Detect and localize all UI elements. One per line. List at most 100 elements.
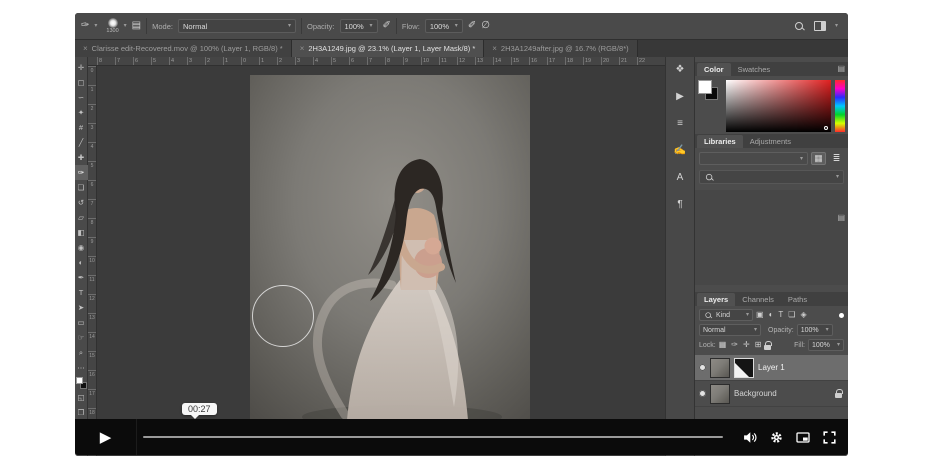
layer-row[interactable]: Layer 1 [695, 355, 848, 381]
panel-tab[interactable]: Adjustments [743, 135, 798, 148]
type-tool[interactable]: T [75, 285, 88, 300]
brush-settings-panel[interactable]: ❖ [676, 65, 685, 75]
layer-thumbnail[interactable] [710, 358, 730, 378]
layer-thumbnail[interactable] [710, 384, 730, 404]
chevron-down-icon[interactable]: ▾ [94, 23, 97, 29]
healing-brush-tool[interactable]: ✚ [75, 150, 88, 165]
volume-icon[interactable] [743, 431, 757, 444]
hand-tool[interactable]: ☞ [75, 330, 88, 345]
gradient-tool[interactable]: ◧ [75, 225, 88, 240]
eraser-tool[interactable]: ▱ [75, 210, 88, 225]
smoothing-icon[interactable]: ∅ [481, 21, 490, 31]
panel-tab[interactable]: Libraries [697, 135, 743, 148]
layer-name[interactable]: Background [734, 389, 777, 398]
panel-tab[interactable]: Layers [697, 293, 735, 306]
panel-tab[interactable]: Paths [781, 293, 814, 306]
screen-mode[interactable]: ❐ [75, 405, 88, 420]
close-icon[interactable]: × [300, 44, 305, 53]
zoom-tool[interactable]: ⌕ [75, 345, 88, 360]
blur-tool[interactable]: ◉ [75, 240, 88, 255]
character-panel[interactable]: A [677, 173, 684, 183]
lasso-tool[interactable]: ∽ [75, 90, 88, 105]
quick-mask-mode[interactable]: ◱ [75, 390, 88, 405]
brush-tool[interactable]: ✑ [75, 165, 88, 180]
chevron-down-icon[interactable]: ▾ [835, 23, 838, 29]
actions-panel[interactable]: ▶ [676, 92, 684, 102]
saturation-brightness-field[interactable] [726, 80, 831, 132]
filter-type-layers-icon[interactable]: T [778, 311, 783, 319]
filter-toggle-icon[interactable] [839, 313, 844, 318]
properties-panel[interactable]: ≡ [677, 119, 683, 129]
picture-in-picture-icon[interactable] [796, 431, 810, 444]
panel-menu-icon[interactable]: ▤ [837, 64, 845, 73]
visibility-eye-icon[interactable] [699, 364, 706, 371]
pressure-opacity-icon[interactable]: ✐ [383, 21, 391, 31]
workspace-switcher-icon[interactable] [814, 21, 826, 31]
filter-shape-layers-icon[interactable]: ❏ [788, 311, 795, 319]
foreground-background-colors[interactable] [75, 375, 88, 390]
crop-tool[interactable]: # [75, 120, 88, 135]
chevron-down-icon[interactable]: ▾ [124, 23, 127, 29]
list-view-icon[interactable]: ≣ [829, 152, 844, 165]
quick-selection-tool[interactable]: ✦ [75, 105, 88, 120]
filter-pixel-layers-icon[interactable]: ▣ [756, 311, 764, 319]
panel-menu-icon[interactable]: ▤ [837, 213, 845, 222]
ruler-tick: 9 [88, 237, 96, 256]
progress-track[interactable] [143, 436, 723, 438]
visibility-eye-icon[interactable] [699, 390, 706, 397]
lock-position-icon[interactable]: ✛ [743, 341, 750, 349]
pen-tool[interactable]: ✒ [75, 270, 88, 285]
panel-tab[interactable]: Channels [735, 293, 781, 306]
flow-select[interactable]: 100%▾ [425, 19, 463, 33]
layer-fill-select[interactable]: 100% ▾ [808, 339, 844, 351]
foreground-background-swatches[interactable] [698, 80, 722, 104]
search-icon[interactable] [794, 21, 805, 32]
document-tab[interactable]: × 2H3A1249.jpg @ 23.1% (Layer 1, Layer M… [292, 40, 485, 57]
timeline-scrubber[interactable]: 00:27 [137, 419, 737, 455]
close-icon[interactable]: × [492, 44, 497, 53]
blend-mode-select[interactable]: Normal▾ [178, 19, 296, 33]
dodge-tool[interactable]: ◐ [75, 255, 88, 270]
airbrush-icon[interactable]: ✐ [468, 21, 476, 31]
panel-tab[interactable]: Color [697, 63, 731, 76]
library-select[interactable]: ▾ [699, 152, 808, 165]
brush-size-preview[interactable]: 1300 [106, 18, 118, 35]
lock-image-pixels-icon[interactable]: ✑ [731, 341, 738, 349]
library-search-input[interactable]: ▾ [699, 170, 844, 184]
photo-document[interactable] [250, 75, 530, 425]
layer-mask-thumbnail[interactable] [734, 358, 754, 378]
clone-stamp-tool[interactable]: ❏ [75, 180, 88, 195]
canvas-area[interactable] [97, 66, 665, 456]
move-tool[interactable]: ✛ [75, 60, 88, 75]
notes-panel[interactable]: ✍ [674, 146, 686, 156]
path-selection-tool[interactable]: ➤ [75, 300, 88, 315]
layer-row[interactable]: Background [695, 381, 848, 407]
shape-tool[interactable]: ▭ [75, 315, 88, 330]
lock-transparent-pixels-icon[interactable]: ▦ [719, 341, 727, 349]
close-icon[interactable]: × [83, 44, 88, 53]
marquee-tool[interactable]: ▢ [75, 75, 88, 90]
eyedropper-tool[interactable]: ╱ [75, 135, 88, 150]
hue-slider[interactable] [835, 80, 845, 132]
document-tab[interactable]: × Clarisse edit-Recovered.mov @ 100% (La… [75, 40, 292, 57]
opacity-select[interactable]: 100%▾ [340, 19, 378, 33]
layer-name[interactable]: Layer 1 [758, 363, 785, 372]
edit-toolbar[interactable]: ⋯ [75, 360, 88, 375]
layer-blend-mode-select[interactable]: Normal ▾ [699, 324, 761, 336]
play-button[interactable]: ▶ [75, 419, 137, 455]
brush-tool-preset-icon[interactable]: ✑ [81, 21, 89, 31]
lock-artboard-icon[interactable]: ⊞ [755, 341, 762, 349]
grid-view-icon[interactable]: ▦ [811, 152, 826, 165]
filter-smart-objects-icon[interactable]: ◈ [800, 311, 806, 319]
lock-all-icon[interactable] [764, 345, 771, 350]
layer-opacity-select[interactable]: 100% ▾ [797, 324, 833, 336]
fullscreen-icon[interactable] [823, 431, 836, 444]
history-brush-tool[interactable]: ↺ [75, 195, 88, 210]
filter-kind-select[interactable]: Kind ▾ [699, 309, 753, 321]
document-tab[interactable]: × 2H3A1249after.jpg @ 16.7% (RGB/8*) [484, 40, 637, 57]
settings-gear-icon[interactable] [770, 431, 783, 444]
toggle-brush-settings-icon[interactable]: ▤ [132, 21, 141, 31]
panel-tab[interactable]: Swatches [731, 63, 778, 76]
paragraph-panel[interactable]: ¶ [677, 200, 682, 210]
filter-adjustment-layers-icon[interactable]: ◐ [769, 311, 774, 319]
